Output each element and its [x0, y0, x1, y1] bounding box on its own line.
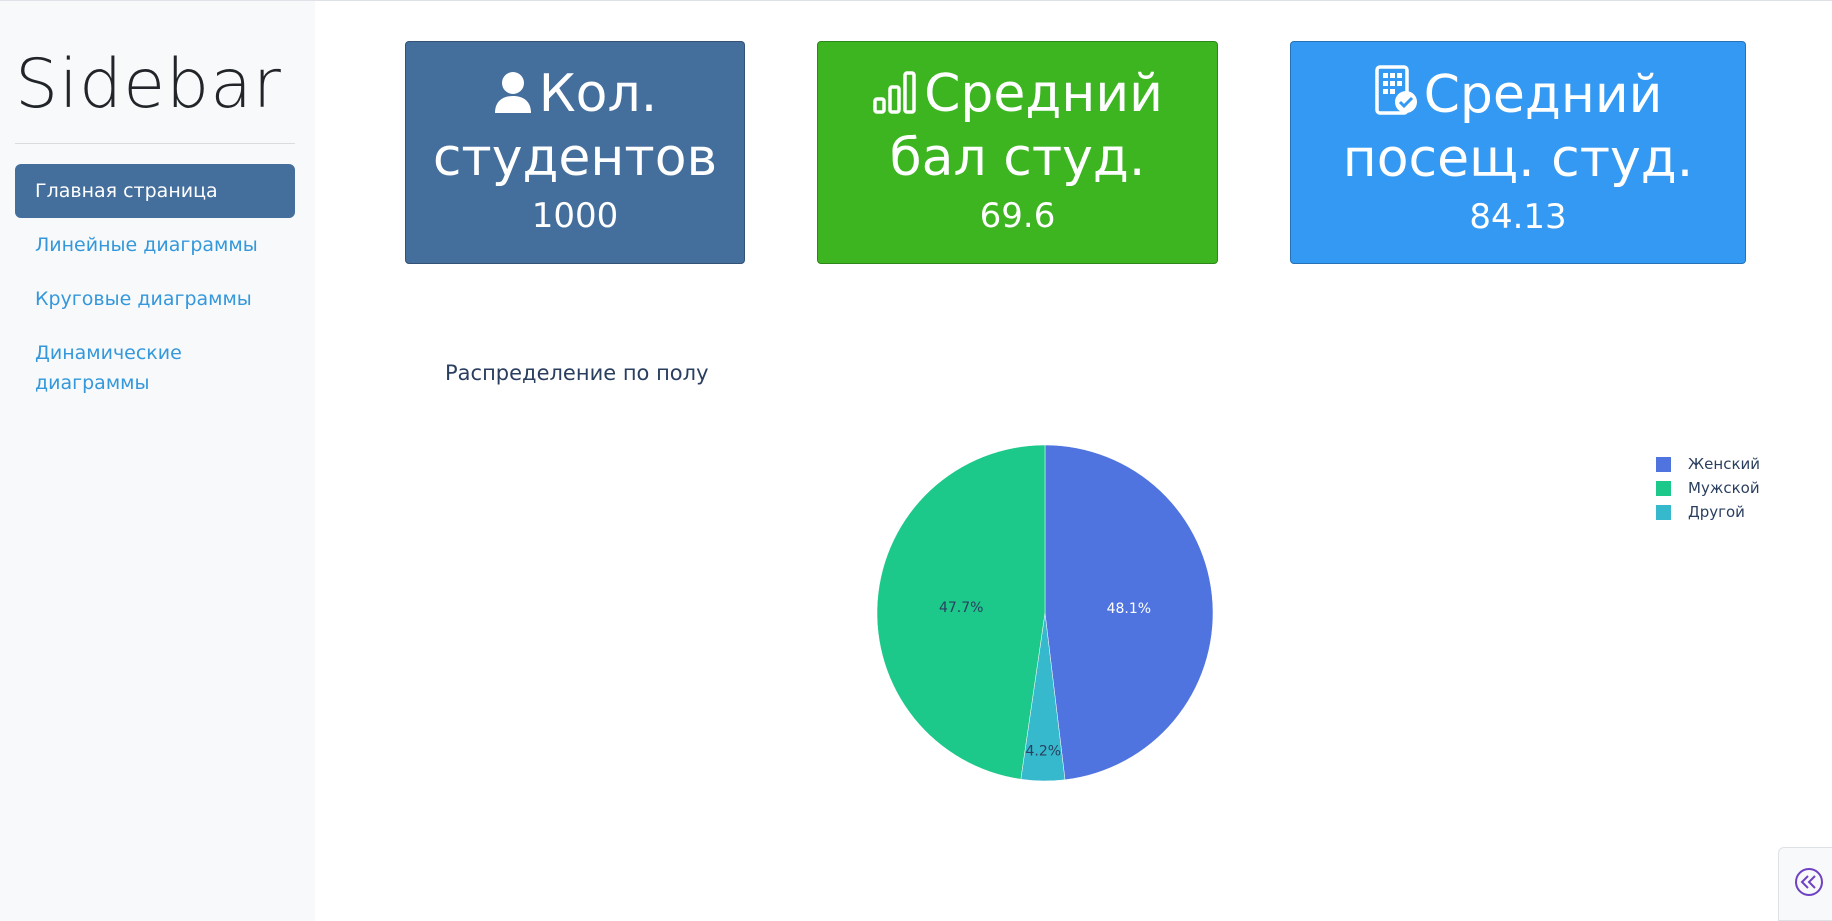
stat-card-students: Кол. студентов 1000 — [405, 41, 745, 264]
card-value-avg-attendance: 84.13 — [1469, 197, 1567, 237]
chart-title: Распределение по полу — [445, 361, 709, 385]
legend-item-female[interactable]: Женский — [1656, 452, 1760, 476]
pie-slice-other[interactable] — [1020, 612, 1066, 782]
pie-label-female: 48.1% — [1107, 601, 1151, 617]
sidebar-item-pie-charts[interactable]: Круговые диаграммы — [15, 272, 295, 326]
stat-card-avg-grade: Средний бал студ. 69.6 — [817, 41, 1218, 264]
legend-item-male[interactable]: Мужской — [1656, 476, 1760, 500]
pie-label-male: 47.7% — [939, 600, 983, 616]
card-title-students: Кол. студентов — [432, 64, 718, 188]
legend-swatch-male — [1656, 480, 1671, 496]
pie-slice-male[interactable] — [876, 444, 1046, 780]
sidebar-item-home[interactable]: Главная страница — [15, 164, 295, 218]
sidebar-divider — [15, 143, 295, 144]
stat-card-avg-attendance: Средний посещ. студ. 84.13 — [1290, 41, 1746, 264]
legend-swatch-female — [1656, 456, 1671, 472]
pie-label-other: 4.2% — [1025, 744, 1061, 760]
building-check-icon — [1374, 64, 1418, 129]
sidebar-nav: Главная страница Линейные диаграммы Круг… — [15, 164, 295, 410]
legend-swatch-other — [1656, 504, 1671, 520]
user-icon — [493, 68, 533, 128]
bar-chart-icon — [872, 68, 918, 128]
card-value-avg-grade: 69.6 — [979, 196, 1056, 236]
collapse-button[interactable] — [1778, 847, 1832, 921]
sidebar: Sidebar Главная страница Линейные диагра… — [0, 1, 315, 921]
card-title-avg-attendance: Средний посещ. студ. — [1342, 64, 1694, 189]
double-chevron-left-icon — [1793, 866, 1825, 902]
sidebar-item-dynamic-charts[interactable]: Динамические диаграммы — [15, 326, 295, 410]
card-title-avg-grade: Средний бал студ. — [818, 64, 1217, 188]
pie-slice-female[interactable] — [1044, 444, 1214, 781]
sidebar-title: Sidebar — [15, 45, 282, 124]
chart-legend: Женский Мужской Другой — [1656, 452, 1760, 524]
sidebar-item-line-charts[interactable]: Линейные диаграммы — [15, 218, 295, 272]
legend-item-other[interactable]: Другой — [1656, 500, 1760, 524]
card-value-students: 1000 — [531, 196, 619, 236]
